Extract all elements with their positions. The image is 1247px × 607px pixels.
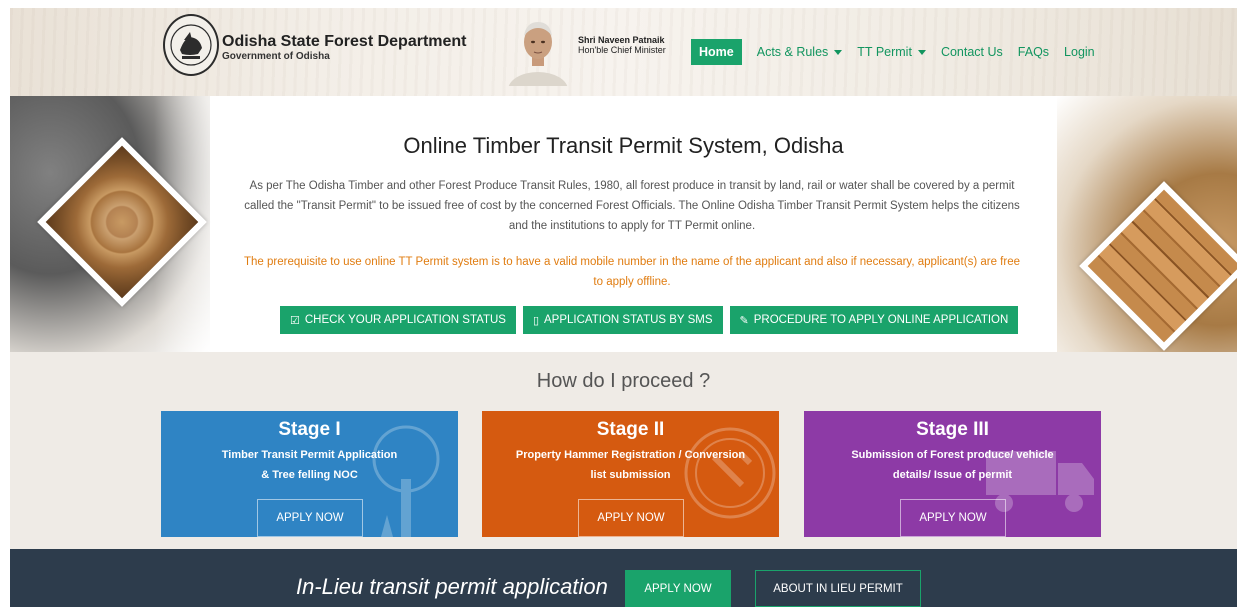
stage-3-card: Stage III Submission of Forest produce/ … [804, 411, 1101, 537]
mobile-icon: ▯ [532, 314, 540, 327]
emblem-icon [170, 24, 212, 66]
nav-contact-us-label: Contact Us [940, 45, 1003, 59]
procedure-apply-online-button[interactable]: ✎ PROCEDURE TO APPLY ONLINE APPLICATION [729, 306, 1019, 334]
nav-home-label: Home [699, 45, 734, 59]
stage-2-apply-now-button[interactable]: APPLY NOW [578, 499, 684, 537]
proceed-title: How do I proceed ? [536, 370, 711, 392]
sms-status-label: APPLICATION STATUS BY SMS [544, 314, 713, 326]
checkbox-icon: ☑ [290, 314, 300, 327]
hero-description: As per The Odisha Timber and other Fores… [244, 180, 1020, 232]
about-in-lieu-permit-button[interactable]: ABOUT IN LIEU PERMIT [755, 570, 921, 607]
chief-minister-info: Shri Naveen Patnaik Hon'ble Chief Minist… [578, 35, 666, 55]
brand-subtitle: Government of Odisha [222, 51, 330, 62]
cm-name: Shri Naveen Patnaik [578, 35, 665, 45]
brand-title: Odisha State Forest Department [222, 33, 467, 50]
nav-login[interactable]: Login [1064, 45, 1095, 59]
hero-title: Online Timber Transit Permit System, Odi… [403, 133, 844, 158]
stage-1-card: Stage I Timber Transit Permit Applicatio… [161, 411, 458, 537]
nav-tt-permit[interactable]: TT Permit [857, 45, 926, 59]
brand-text[interactable]: Odisha State Forest Department Governmen… [222, 33, 467, 63]
stage-2-name: Stage II [596, 419, 665, 440]
in-lieu-section: In-Lieu transit permit application APPLY… [10, 549, 1237, 607]
cm-title: Hon'ble Chief Minister [578, 45, 666, 55]
hero-prerequisite-note: The prerequisite to use online TT Permit… [243, 256, 1020, 288]
stage-2-description: Property Hammer Registration / Conversio… [482, 445, 779, 485]
hero-banner: Online Timber Transit Permit System, Odi… [10, 96, 1237, 352]
application-status-sms-button[interactable]: ▯ APPLICATION STATUS BY SMS [522, 306, 723, 334]
nav-home[interactable]: Home [691, 39, 742, 65]
nav-faqs-label: FAQs [1017, 45, 1050, 59]
nav-tt-permit-label: TT Permit [857, 45, 912, 59]
stage-3-apply-now-button[interactable]: APPLY NOW [900, 499, 1006, 537]
stage-1-apply-now-button[interactable]: APPLY NOW [257, 499, 363, 537]
stage-2-desc-line1: Property Hammer Registration / Conversio… [515, 449, 746, 461]
site-header: Odisha State Forest Department Governmen… [10, 8, 1237, 96]
stage-3-desc-line1: Submission of Forest produce/ vehicle [851, 449, 1054, 461]
stage-2-desc-line2: list submission [590, 469, 671, 481]
check-status-label: CHECK YOUR APPLICATION STATUS [304, 314, 506, 326]
caret-down-icon [917, 49, 926, 55]
nav-acts-rules[interactable]: Acts & Rules [757, 45, 843, 59]
caret-down-icon [834, 49, 843, 55]
stage-3-name: Stage III [916, 419, 989, 440]
nav-login-label: Login [1064, 45, 1095, 59]
stage-2-card: Stage II Property Hammer Registration / … [482, 411, 779, 537]
stage-1-desc-line2: & Tree felling NOC [261, 469, 358, 481]
procedure-label: PROCEDURE TO APPLY ONLINE APPLICATION [753, 314, 1009, 326]
odisha-emblem-logo[interactable] [163, 14, 219, 76]
in-lieu-title: In-Lieu transit permit application [296, 574, 608, 599]
stage-3-description: Submission of Forest produce/ vehicle de… [804, 445, 1101, 485]
proceed-section: How do I proceed ? Stage I Timber Transi… [10, 352, 1237, 549]
nav-contact-us[interactable]: Contact Us [941, 45, 1003, 59]
check-application-status-button[interactable]: ☑ CHECK YOUR APPLICATION STATUS [280, 306, 516, 334]
hero-action-buttons: ☑ CHECK YOUR APPLICATION STATUS ▯ APPLIC… [280, 306, 1025, 334]
in-lieu-apply-now-button[interactable]: APPLY NOW [625, 570, 731, 607]
chief-minister-photo [508, 22, 568, 86]
stage-1-name: Stage I [278, 419, 341, 440]
stage-1-description: Timber Transit Permit Application & Tree… [161, 445, 458, 485]
nav-faqs[interactable]: FAQs [1018, 45, 1049, 59]
nav-acts-rules-label: Acts & Rules [756, 45, 829, 59]
main-nav: Home Acts & Rules TT Permit Contact Us F… [691, 39, 1110, 65]
stage-1-desc-line1: Timber Transit Permit Application [221, 449, 398, 461]
edit-icon: ✎ [739, 314, 749, 327]
stage-3-desc-line2: details/ Issue of permit [892, 469, 1013, 481]
